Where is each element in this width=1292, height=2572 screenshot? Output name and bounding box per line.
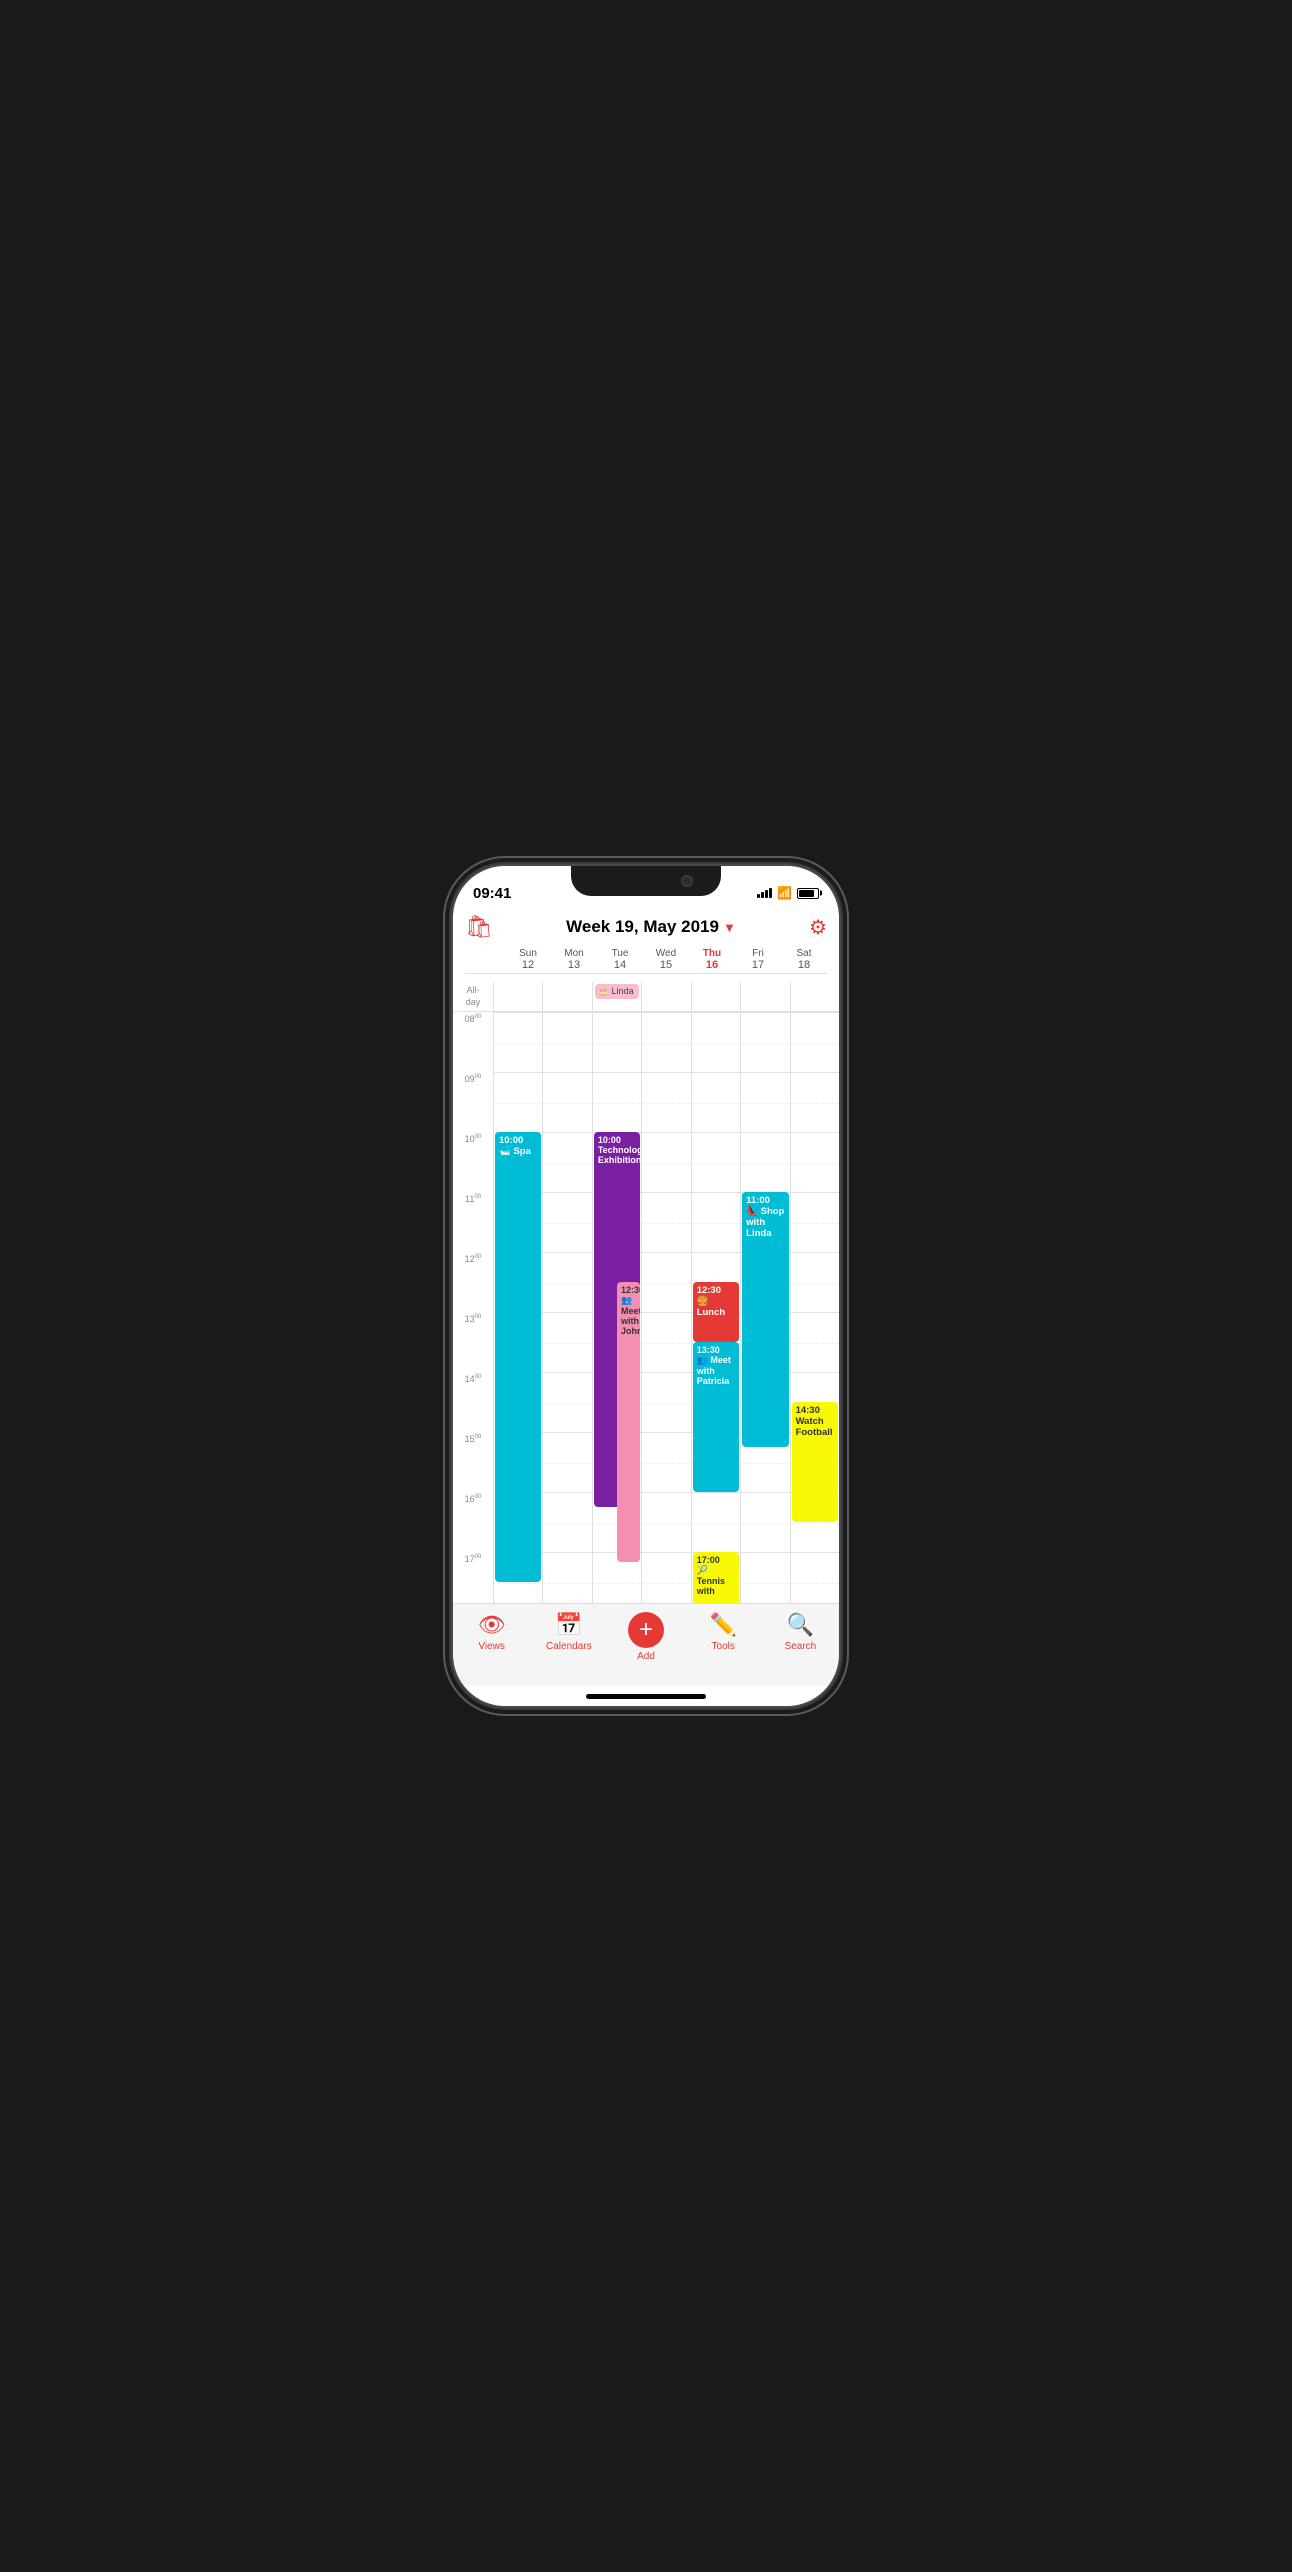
tab-calendars[interactable]: 📅 Calendars bbox=[530, 1612, 607, 1652]
time-slot-11: 1100 bbox=[453, 1192, 493, 1252]
tab-bar: 👁 Views 📅 Calendars + Add ✏️ Tools 🔍 Sea… bbox=[453, 1603, 839, 1686]
grid-scroll[interactable]: 0800 0900 1000 1100 1200 1300 1400 1500 … bbox=[453, 1012, 839, 1603]
time-slot-10: 1000 bbox=[453, 1132, 493, 1192]
event-tennis[interactable]: 17:00 🎾 Tennis with bbox=[693, 1552, 739, 1603]
event-shop-linda[interactable]: 11:00 👠 Shop with Linda bbox=[742, 1192, 788, 1447]
add-icon: + bbox=[628, 1612, 664, 1648]
tools-icon: ✏️ bbox=[710, 1612, 737, 1638]
time-slot-17: 1700 bbox=[453, 1552, 493, 1603]
time-slot-13: 1300 bbox=[453, 1312, 493, 1372]
day-header-sat: Sat 18 bbox=[781, 946, 827, 973]
event-lunch[interactable]: 12:30 🍔 Lunch bbox=[693, 1282, 739, 1342]
wifi-icon: 📶 bbox=[777, 886, 792, 900]
time-slot-16: 1600 bbox=[453, 1492, 493, 1552]
time-gutter-header bbox=[465, 946, 505, 973]
calendar-grid: 0800 0900 1000 1100 1200 1300 1400 1500 … bbox=[453, 1012, 839, 1603]
day-header-tue: Tue 14 bbox=[597, 946, 643, 973]
allday-row: All-day 🎂 Linda bbox=[453, 982, 839, 1012]
notch bbox=[571, 866, 721, 896]
event-meet-patricia[interactable]: 13:30 👥 Meet with Patricia bbox=[693, 1342, 739, 1492]
status-icons: 📶 bbox=[757, 886, 819, 900]
event-meet-john[interactable]: 12:30 👥 Meet with John bbox=[617, 1282, 640, 1562]
time-slot-09: 0900 bbox=[453, 1072, 493, 1132]
time-slot-15: 1500 bbox=[453, 1432, 493, 1492]
day-columns: 10:00 🛁 Spa 10:00 Technology Exhibition bbox=[493, 1012, 839, 1603]
calendars-icon: 📅 bbox=[555, 1612, 582, 1638]
dropdown-arrow-icon[interactable]: ▼ bbox=[723, 920, 736, 935]
day-header-sun: Sun 12 bbox=[505, 946, 551, 973]
tab-search-label: Search bbox=[785, 1641, 817, 1652]
search-icon: 🔍 bbox=[787, 1612, 814, 1638]
tab-search[interactable]: 🔍 Search bbox=[762, 1612, 839, 1652]
home-indicator bbox=[586, 1694, 706, 1699]
day-header-mon: Mon 13 bbox=[551, 946, 597, 973]
bag-icon[interactable]: 🛍 bbox=[465, 914, 493, 940]
tab-views-label: Views bbox=[478, 1641, 505, 1652]
time-slot-14: 1400 bbox=[453, 1372, 493, 1432]
tab-add-label: Add bbox=[637, 1651, 655, 1662]
tab-tools[interactable]: ✏️ Tools bbox=[685, 1612, 762, 1652]
day-header-wed: Wed 15 bbox=[643, 946, 689, 973]
status-time: 09:41 bbox=[473, 885, 511, 902]
camera bbox=[681, 875, 693, 887]
tab-views[interactable]: 👁 Views bbox=[453, 1612, 530, 1652]
header-title[interactable]: Week 19, May 2019 ▼ bbox=[566, 917, 736, 937]
tab-calendars-label: Calendars bbox=[546, 1641, 592, 1652]
battery-icon bbox=[797, 888, 819, 899]
day-header-fri: Fri 17 bbox=[735, 946, 781, 973]
home-bar bbox=[453, 1686, 839, 1706]
phone-frame: 09:41 📶 🛍 Week 19, May 2019 bbox=[451, 864, 841, 1708]
time-gutter: 0800 0900 1000 1100 1200 1300 1400 1500 … bbox=[453, 1012, 493, 1603]
allday-label: All-day bbox=[453, 982, 493, 1011]
views-icon: 👁 bbox=[478, 1612, 506, 1638]
allday-event-linda[interactable]: 🎂 Linda bbox=[595, 984, 639, 999]
time-grid: 0800 0900 1000 1100 1200 1300 1400 1500 … bbox=[453, 1012, 839, 1603]
day-header-thu: Thu 16 bbox=[689, 946, 735, 973]
tab-add[interactable]: + Add bbox=[607, 1612, 684, 1662]
event-spa[interactable]: 10:00 🛁 Spa bbox=[495, 1132, 541, 1582]
calendar-header: 🛍 Week 19, May 2019 ▼ ⚙ Sun 12 Mon 13 bbox=[453, 910, 839, 982]
tab-tools-label: Tools bbox=[712, 1641, 735, 1652]
day-headers: Sun 12 Mon 13 Tue 14 Wed 15 Thu 16 bbox=[465, 946, 827, 974]
signal-icon bbox=[757, 888, 772, 898]
time-slot-12: 1200 bbox=[453, 1252, 493, 1312]
time-slot-08: 0800 bbox=[453, 1012, 493, 1072]
phone-screen: 09:41 📶 🛍 Week 19, May 2019 bbox=[453, 866, 839, 1706]
event-watch-football[interactable]: 14:30 Watch Football bbox=[792, 1402, 838, 1522]
settings-icon[interactable]: ⚙ bbox=[809, 915, 827, 940]
